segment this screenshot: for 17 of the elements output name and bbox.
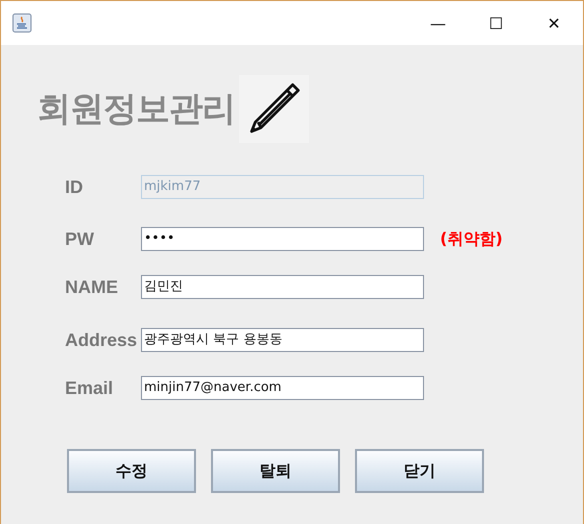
field-label: Address — [64, 330, 138, 350]
minimize-button[interactable]: — — [409, 14, 467, 32]
input-field[interactable]: 김민진 — [141, 275, 424, 299]
input-field[interactable]: •••• — [141, 227, 424, 251]
password-strength-warning: (취약함) — [440, 228, 503, 250]
field-label: NAME — [64, 276, 119, 298]
input-field[interactable]: 광주광역시 북구 용봉동 — [141, 328, 424, 352]
page-heading: 회원정보관리 — [37, 88, 235, 131]
action-button[interactable]: 닫기 — [355, 449, 484, 493]
close-button[interactable]: ✕ — [525, 14, 583, 32]
maximize-button[interactable]: ☐ — [467, 14, 525, 32]
action-button[interactable]: 탈퇴 — [211, 449, 340, 493]
field-label: PW — [64, 228, 95, 250]
field-label: Email — [64, 378, 114, 398]
input-field[interactable]: minjin77@naver.com — [141, 376, 424, 400]
action-button[interactable]: 수정 — [67, 449, 196, 493]
field-label: ID — [64, 176, 84, 198]
